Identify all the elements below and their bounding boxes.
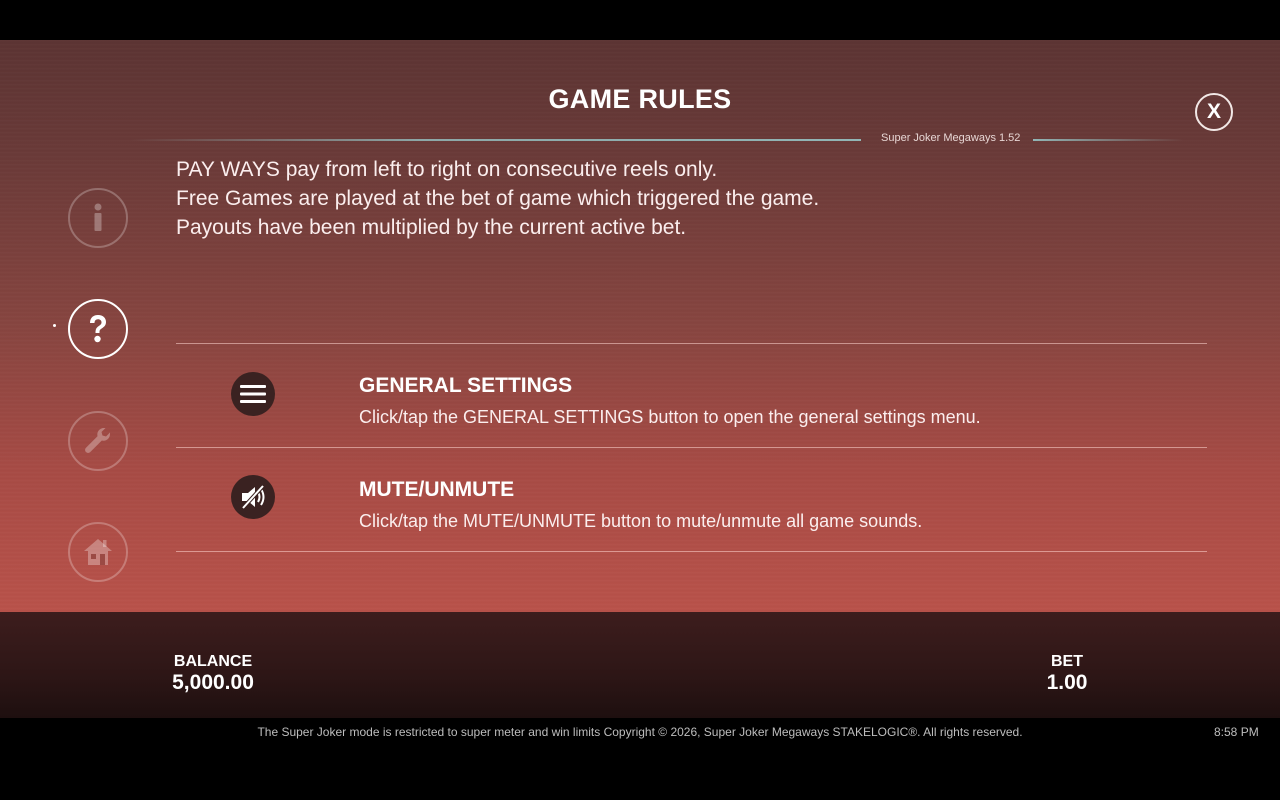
general-settings-button-preview <box>231 372 275 416</box>
general-settings-description: Click/tap the GENERAL SETTINGS button to… <box>359 407 981 427</box>
mute-unmute-title: MUTE/UNMUTE <box>359 478 515 501</box>
game-rules-panel: GAME RULES Super Joker Megaways 1.52 X P… <box>0 40 1280 612</box>
speaker-muted-icon <box>241 484 265 510</box>
sidebar-item-help[interactable] <box>68 299 128 359</box>
bet-label: BET <box>1051 653 1083 670</box>
info-icon <box>94 203 102 231</box>
game-footer-bar: BALANCE 5,000.00 BET 1.00 <box>0 612 1280 718</box>
rule-line: Payouts have been multiplied by the curr… <box>176 216 687 239</box>
sidebar-item-settings[interactable] <box>68 411 128 471</box>
wrench-icon <box>85 428 110 453</box>
section-divider <box>176 551 1207 552</box>
close-button[interactable]: X <box>1195 93 1233 131</box>
balance-label: BALANCE <box>173 653 253 670</box>
sidebar-item-info[interactable] <box>68 188 128 248</box>
clock: 8:58 PM <box>1214 725 1259 739</box>
top-black-bar <box>0 0 1280 40</box>
balance-value: 5,000.00 <box>172 671 254 694</box>
hamburger-menu-icon <box>240 385 266 403</box>
rules-text: PAY WAYS pay from left to right on conse… <box>176 155 1076 245</box>
section-divider <box>176 343 1207 344</box>
question-icon <box>90 315 106 343</box>
bet-value: 1.00 <box>1046 671 1088 694</box>
version-label: Super Joker Megaways 1.52 <box>881 132 1021 144</box>
home-icon <box>84 539 112 565</box>
title-divider-right <box>1033 139 1183 141</box>
mute-unmute-description: Click/tap the MUTE/UNMUTE button to mute… <box>359 511 923 531</box>
general-settings-title: GENERAL SETTINGS <box>359 374 573 397</box>
rule-line: Free Games are played at the bet of game… <box>176 187 820 210</box>
page-title: GAME RULES <box>548 84 732 114</box>
section-divider <box>176 447 1207 448</box>
mute-button-preview <box>231 475 275 519</box>
active-indicator-dot <box>53 324 56 327</box>
title-divider-left <box>130 139 861 141</box>
copyright-text: The Super Joker mode is restricted to su… <box>257 725 1023 739</box>
close-icon: X <box>1206 100 1221 123</box>
rule-line: PAY WAYS pay from left to right on conse… <box>176 158 718 181</box>
sidebar-item-home[interactable] <box>68 522 128 582</box>
